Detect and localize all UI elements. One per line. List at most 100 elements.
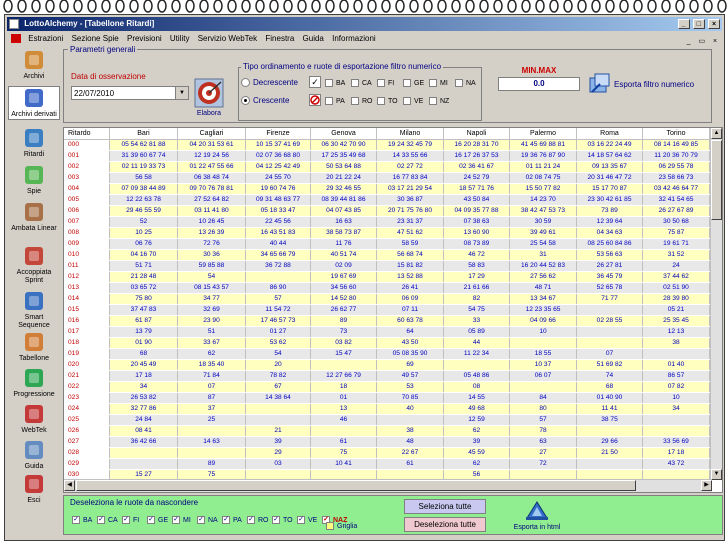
numbers-cell[interactable]: 07: [178, 382, 246, 392]
numbers-cell[interactable]: 73 89: [577, 206, 643, 216]
wheel-checkbox[interactable]: ✓: [222, 516, 230, 524]
sidebar-item-esci[interactable]: Esci: [8, 473, 60, 505]
delay-cell[interactable]: 006: [64, 206, 110, 216]
sidebar-item-guida[interactable]: Guida: [8, 439, 60, 471]
numbers-cell[interactable]: 59 85 88: [178, 261, 246, 271]
numbers-cell[interactable]: 19 61 71: [643, 239, 710, 249]
numbers-cell[interactable]: [444, 360, 510, 370]
numbers-cell[interactable]: 31: [510, 250, 577, 260]
radio-decrescente[interactable]: Decrescente: [241, 78, 298, 88]
numbers-cell[interactable]: 61: [377, 459, 444, 469]
wheel-checkbox[interactable]: [429, 79, 437, 87]
delay-cell[interactable]: 028: [64, 448, 110, 458]
select-all-button[interactable]: Seleziona tutte: [404, 499, 486, 514]
numbers-cell[interactable]: 03 65 72: [110, 283, 178, 293]
numbers-cell[interactable]: 49 68: [444, 404, 510, 414]
numbers-cell[interactable]: 28 39 80: [643, 294, 710, 304]
numbers-cell[interactable]: 02 07 36 68 80: [246, 151, 311, 161]
delay-cell[interactable]: 021: [64, 371, 110, 381]
column-header-firenze[interactable]: Firenze: [246, 128, 311, 140]
delay-cell[interactable]: 014: [64, 294, 110, 304]
export-wheel-ro[interactable]: RO: [351, 97, 373, 105]
numbers-cell[interactable]: 64: [377, 327, 444, 337]
export-wheel-fi[interactable]: FI: [377, 79, 394, 87]
numbers-cell[interactable]: 13: [311, 404, 377, 414]
numbers-cell[interactable]: 19 24 32 45 79: [377, 140, 444, 150]
numbers-cell[interactable]: 19 67 69: [311, 272, 377, 282]
numbers-cell[interactable]: [311, 426, 377, 436]
delay-cell[interactable]: 025: [64, 415, 110, 425]
numbers-cell[interactable]: 56 58: [110, 173, 178, 183]
numbers-cell[interactable]: 05 18 33 47: [246, 206, 311, 216]
mdi-close-button[interactable]: ×: [710, 38, 720, 47]
export-wheel-to[interactable]: TO: [377, 97, 398, 105]
hide-wheel-fi[interactable]: ✓ FI: [122, 516, 139, 524]
numbers-cell[interactable]: 13 52 88: [377, 272, 444, 282]
numbers-cell[interactable]: 30 59: [510, 217, 577, 227]
numbers-cell[interactable]: 03 42 46 64 77: [643, 184, 710, 194]
numbers-cell[interactable]: 54: [246, 349, 311, 359]
wheel-checkbox[interactable]: ✓: [122, 516, 130, 524]
numbers-cell[interactable]: 09 31 48 63 77: [246, 195, 311, 205]
delay-cell[interactable]: 011: [64, 261, 110, 271]
numbers-cell[interactable]: 07 38 63: [444, 217, 510, 227]
wheel-checkbox[interactable]: ✓: [297, 516, 305, 524]
numbers-cell[interactable]: 18 35 40: [178, 360, 246, 370]
numbers-cell[interactable]: 18: [311, 382, 377, 392]
wheel-checkbox[interactable]: ✓: [72, 516, 80, 524]
delay-cell[interactable]: 013: [64, 283, 110, 293]
numbers-cell[interactable]: 08 41: [110, 426, 178, 436]
numbers-cell[interactable]: 36 72 88: [246, 261, 311, 271]
numbers-cell[interactable]: 80: [510, 404, 577, 414]
close-button[interactable]: ×: [708, 19, 720, 29]
numbers-cell[interactable]: 08 25 60 84 86: [577, 239, 643, 249]
numbers-cell[interactable]: 22 45 56: [246, 217, 311, 227]
numbers-cell[interactable]: 41 45 69 88 81: [510, 140, 577, 150]
numbers-cell[interactable]: 39 49 61: [510, 228, 577, 238]
numbers-cell[interactable]: 61 87: [110, 316, 178, 326]
numbers-cell[interactable]: 34 56 60: [311, 283, 377, 293]
numbers-cell[interactable]: [510, 338, 577, 348]
numbers-cell[interactable]: 75 87: [643, 228, 710, 238]
delay-cell[interactable]: 017: [64, 327, 110, 337]
delay-cell[interactable]: 024: [64, 404, 110, 414]
numbers-cell[interactable]: 38: [643, 338, 710, 348]
delay-cell[interactable]: 005: [64, 195, 110, 205]
delay-cell[interactable]: 003: [64, 173, 110, 183]
numbers-cell[interactable]: 33 67: [178, 338, 246, 348]
numbers-cell[interactable]: 38 58 73 87: [311, 228, 377, 238]
numbers-cell[interactable]: 23 90: [178, 316, 246, 326]
column-header-milano[interactable]: Milano: [377, 128, 444, 140]
numbers-cell[interactable]: 51 69 82: [577, 360, 643, 370]
numbers-cell[interactable]: 30 50 68: [643, 217, 710, 227]
numbers-cell[interactable]: 14 33 55 66: [377, 151, 444, 161]
numbers-cell[interactable]: 24 52 79: [444, 173, 510, 183]
numbers-cell[interactable]: 21: [246, 426, 311, 436]
numbers-cell[interactable]: 10 26 45: [178, 217, 246, 227]
numbers-cell[interactable]: 05 89: [444, 327, 510, 337]
numbers-cell[interactable]: 16 63: [311, 217, 377, 227]
sidebar-item-archivi-derivati[interactable]: Archivi derivati: [8, 86, 60, 120]
numbers-cell[interactable]: 03 17 21 29 54: [377, 184, 444, 194]
numbers-cell[interactable]: 16 20 28 31 70: [444, 140, 510, 150]
numbers-cell[interactable]: 06 09: [377, 294, 444, 304]
numbers-cell[interactable]: 08 14 16 49 85: [643, 140, 710, 150]
numbers-cell[interactable]: 38 42 47 53 73: [510, 206, 577, 216]
numbers-cell[interactable]: 06 07: [510, 371, 577, 381]
delay-cell[interactable]: 012: [64, 272, 110, 282]
numbers-cell[interactable]: [178, 426, 246, 436]
numbers-cell[interactable]: 39: [444, 437, 510, 447]
numbers-cell[interactable]: 15 50 77 82: [510, 184, 577, 194]
numbers-cell[interactable]: 10 25: [110, 228, 178, 238]
numbers-cell[interactable]: 08: [444, 382, 510, 392]
numbers-cell[interactable]: 52 65 78: [577, 283, 643, 293]
numbers-cell[interactable]: 43 50: [377, 338, 444, 348]
numbers-cell[interactable]: 37 47 83: [110, 305, 178, 315]
delay-cell[interactable]: 001: [64, 151, 110, 161]
hide-wheel-ca[interactable]: ✓ CA: [97, 516, 118, 524]
numbers-cell[interactable]: 25 54 58: [510, 239, 577, 249]
minmax-value[interactable]: 0.0: [498, 77, 580, 91]
vertical-scrollbar[interactable]: ▲ ▼: [710, 128, 722, 480]
numbers-cell[interactable]: 26 53 82: [110, 393, 178, 403]
scroll-up-arrow[interactable]: ▲: [711, 128, 722, 139]
